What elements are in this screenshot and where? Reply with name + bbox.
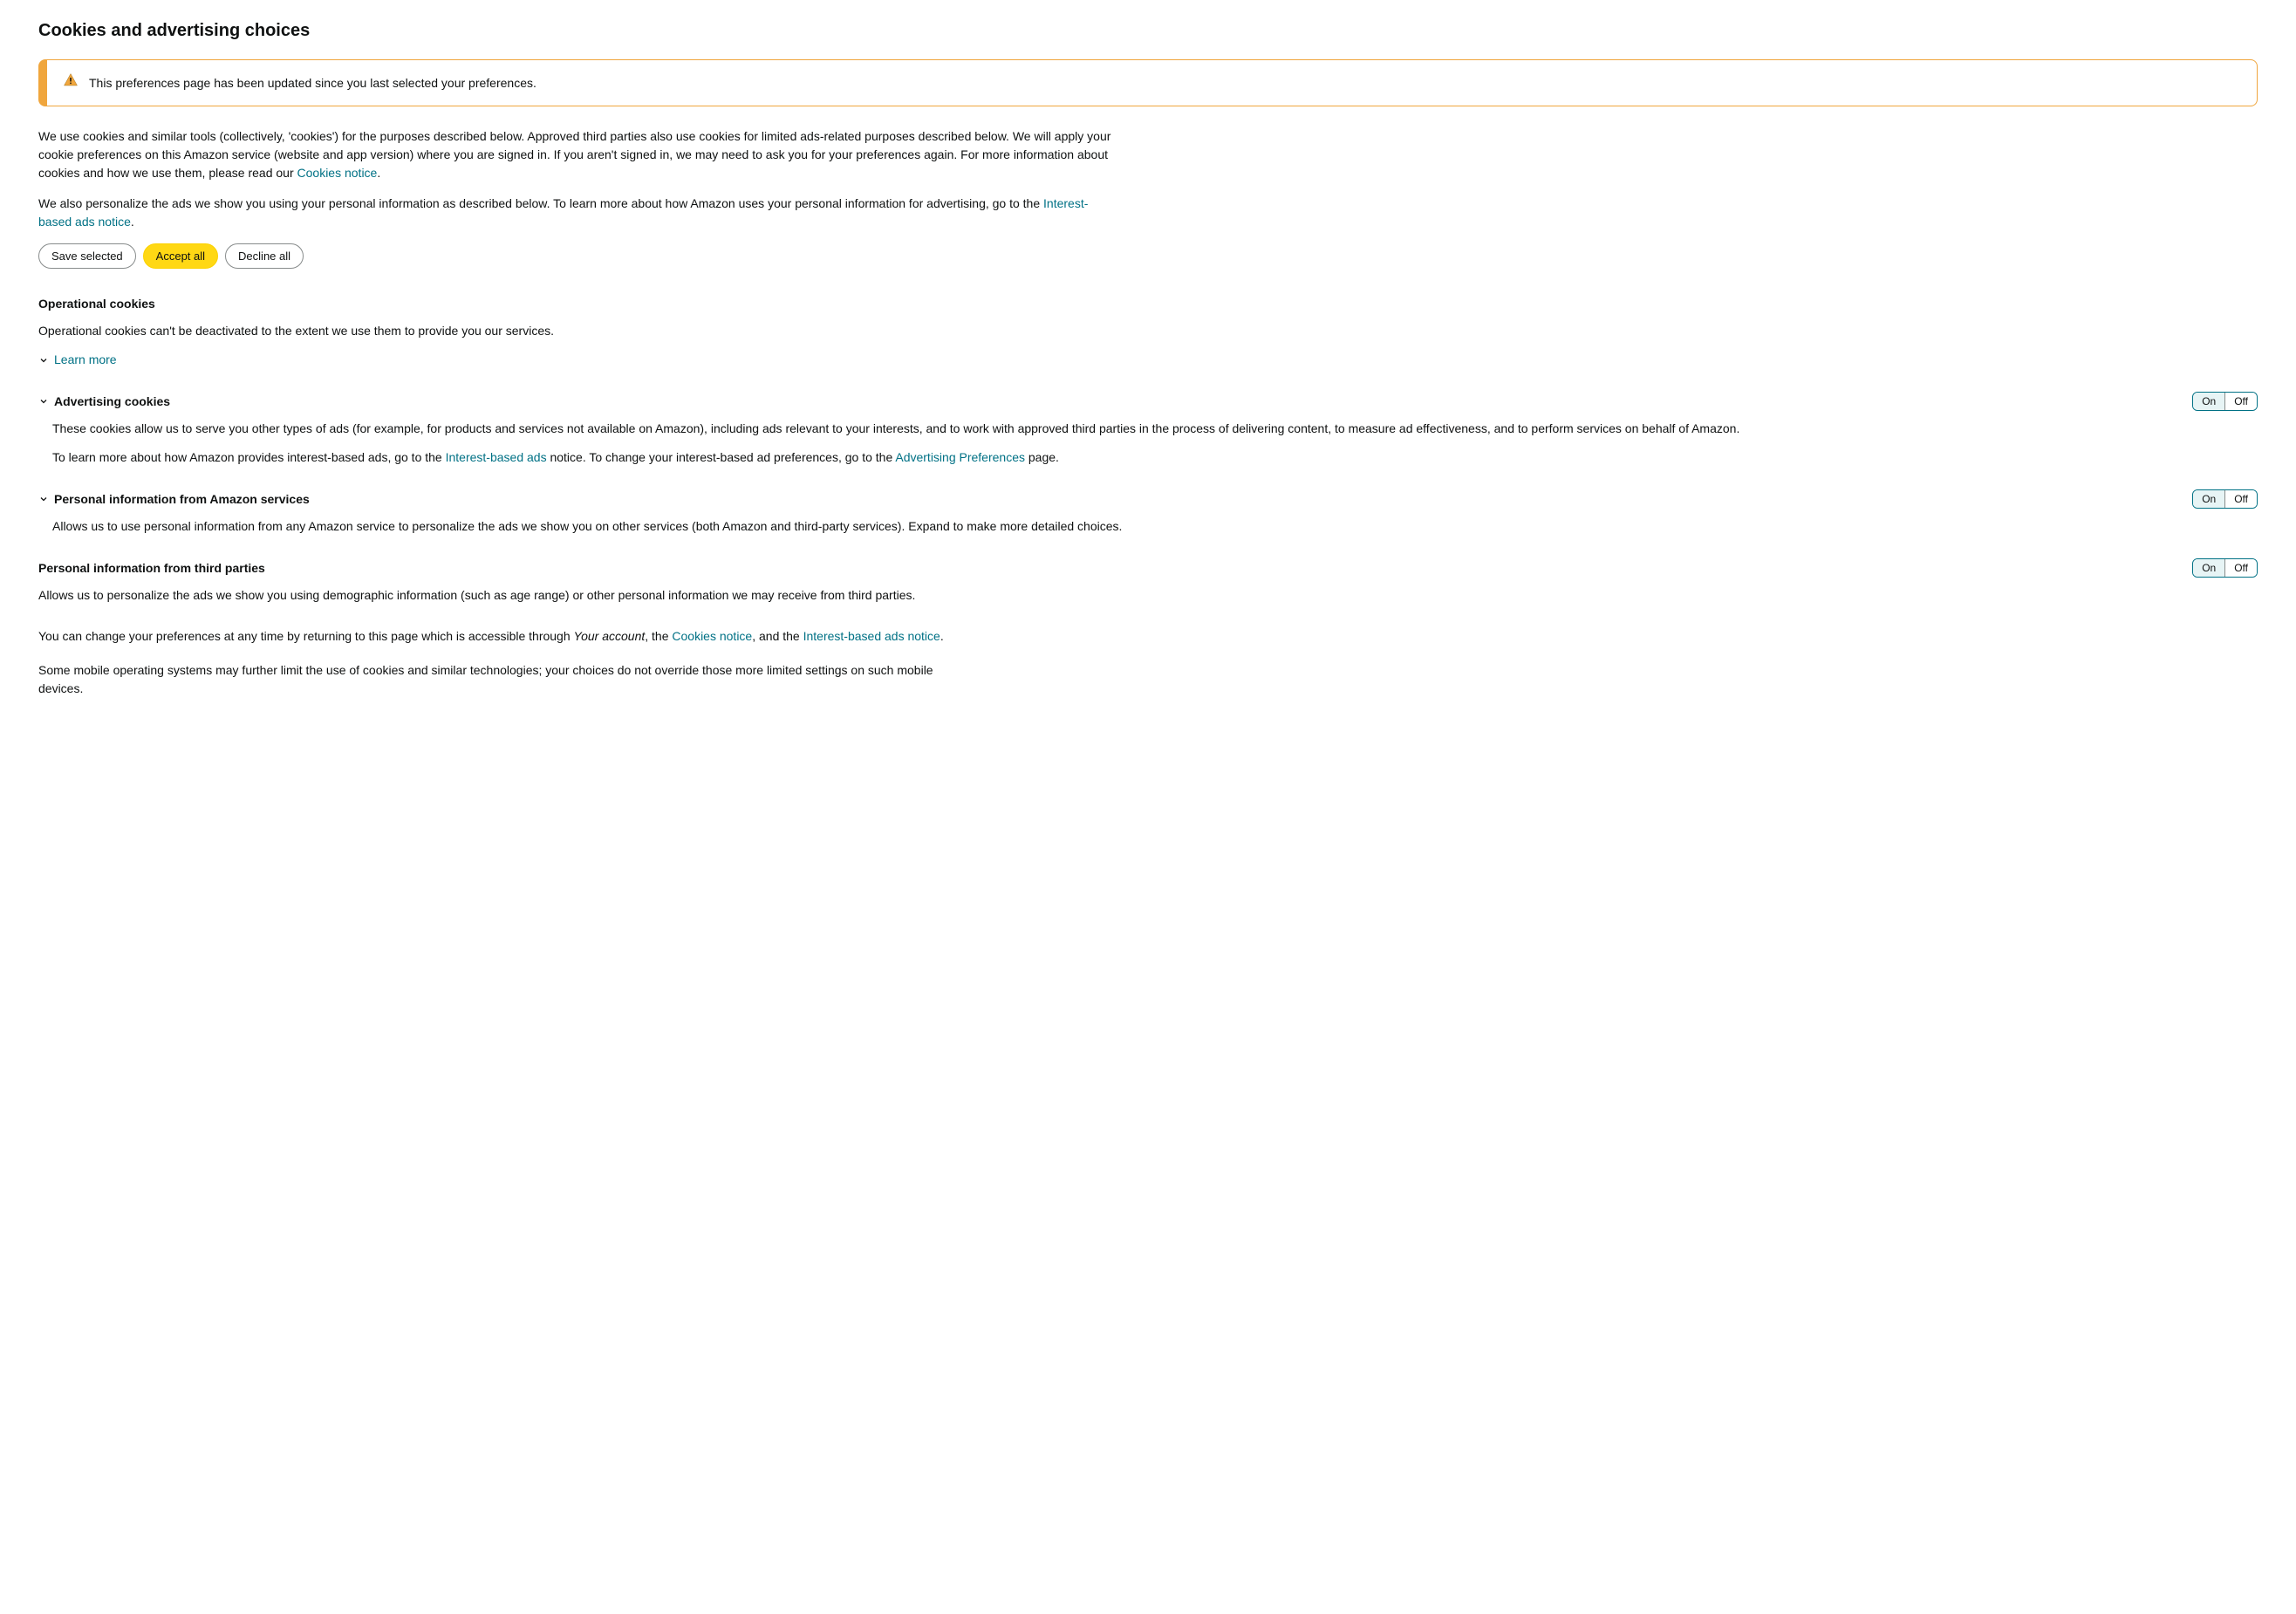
advertising-toggle-on[interactable]: On [2193, 393, 2224, 410]
footer-interest-based-ads-link[interactable]: Interest-based ads notice [803, 629, 940, 643]
personal-third-toggle: On Off [2192, 558, 2258, 578]
personal-amazon-toggle-off[interactable]: Off [2224, 490, 2257, 508]
warning-icon [63, 72, 79, 93]
chevron-down-icon[interactable] [38, 494, 49, 504]
section-title-personal-third: Personal information from third parties [38, 559, 265, 578]
section-title-advertising: Advertising cookies [54, 393, 170, 411]
operational-body-text: Operational cookies can't be deactivated… [38, 322, 2258, 340]
advertising-body-2: To learn more about how Amazon provides … [52, 448, 2258, 467]
chevron-down-icon[interactable] [38, 396, 49, 407]
section-title-personal-amazon: Personal information from Amazon service… [54, 490, 310, 509]
advertising-preferences-link[interactable]: Advertising Preferences [895, 450, 1025, 464]
footer-paragraph-1: You can change your preferences at any t… [38, 627, 981, 646]
cookies-notice-link[interactable]: Cookies notice [297, 166, 378, 180]
personal-third-toggle-off[interactable]: Off [2224, 559, 2257, 577]
chevron-down-icon [38, 355, 49, 366]
your-account-text: Your account [574, 629, 646, 643]
section-title-operational: Operational cookies [38, 295, 155, 313]
save-selected-button[interactable]: Save selected [38, 243, 136, 269]
decline-all-button[interactable]: Decline all [225, 243, 304, 269]
section-personal-third: Personal information from third parties … [38, 558, 2258, 605]
alert-banner: This preferences page has been updated s… [38, 59, 2258, 106]
intro-paragraph-2: We also personalize the ads we show you … [38, 195, 1111, 231]
action-button-row: Save selected Accept all Decline all [38, 243, 2258, 269]
alert-text: This preferences page has been updated s… [89, 74, 536, 92]
section-advertising-cookies: Advertising cookies On Off These cookies… [38, 392, 2258, 467]
section-personal-amazon: Personal information from Amazon service… [38, 489, 2258, 536]
advertising-body-1: These cookies allow us to serve you othe… [52, 420, 2258, 438]
personal-amazon-toggle-on[interactable]: On [2193, 490, 2224, 508]
accept-all-button[interactable]: Accept all [143, 243, 218, 269]
footer-cookies-notice-link[interactable]: Cookies notice [672, 629, 752, 643]
personal-third-toggle-on[interactable]: On [2193, 559, 2224, 577]
interest-based-ads-link[interactable]: Interest-based ads [446, 450, 547, 464]
footer-paragraph-2: Some mobile operating systems may furthe… [38, 661, 981, 698]
section-operational-cookies: Operational cookies Operational cookies … [38, 295, 2258, 369]
page-title: Cookies and advertising choices [38, 17, 2258, 44]
personal-amazon-body: Allows us to use personal information fr… [52, 517, 2258, 536]
personal-third-body: Allows us to personalize the ads we show… [38, 586, 928, 605]
intro-paragraph-1: We use cookies and similar tools (collec… [38, 127, 1111, 182]
learn-more-link[interactable]: Learn more [54, 351, 117, 369]
advertising-toggle-off[interactable]: Off [2224, 393, 2257, 410]
learn-more-toggle[interactable]: Learn more [38, 351, 2258, 369]
personal-amazon-toggle: On Off [2192, 489, 2258, 509]
advertising-toggle: On Off [2192, 392, 2258, 411]
